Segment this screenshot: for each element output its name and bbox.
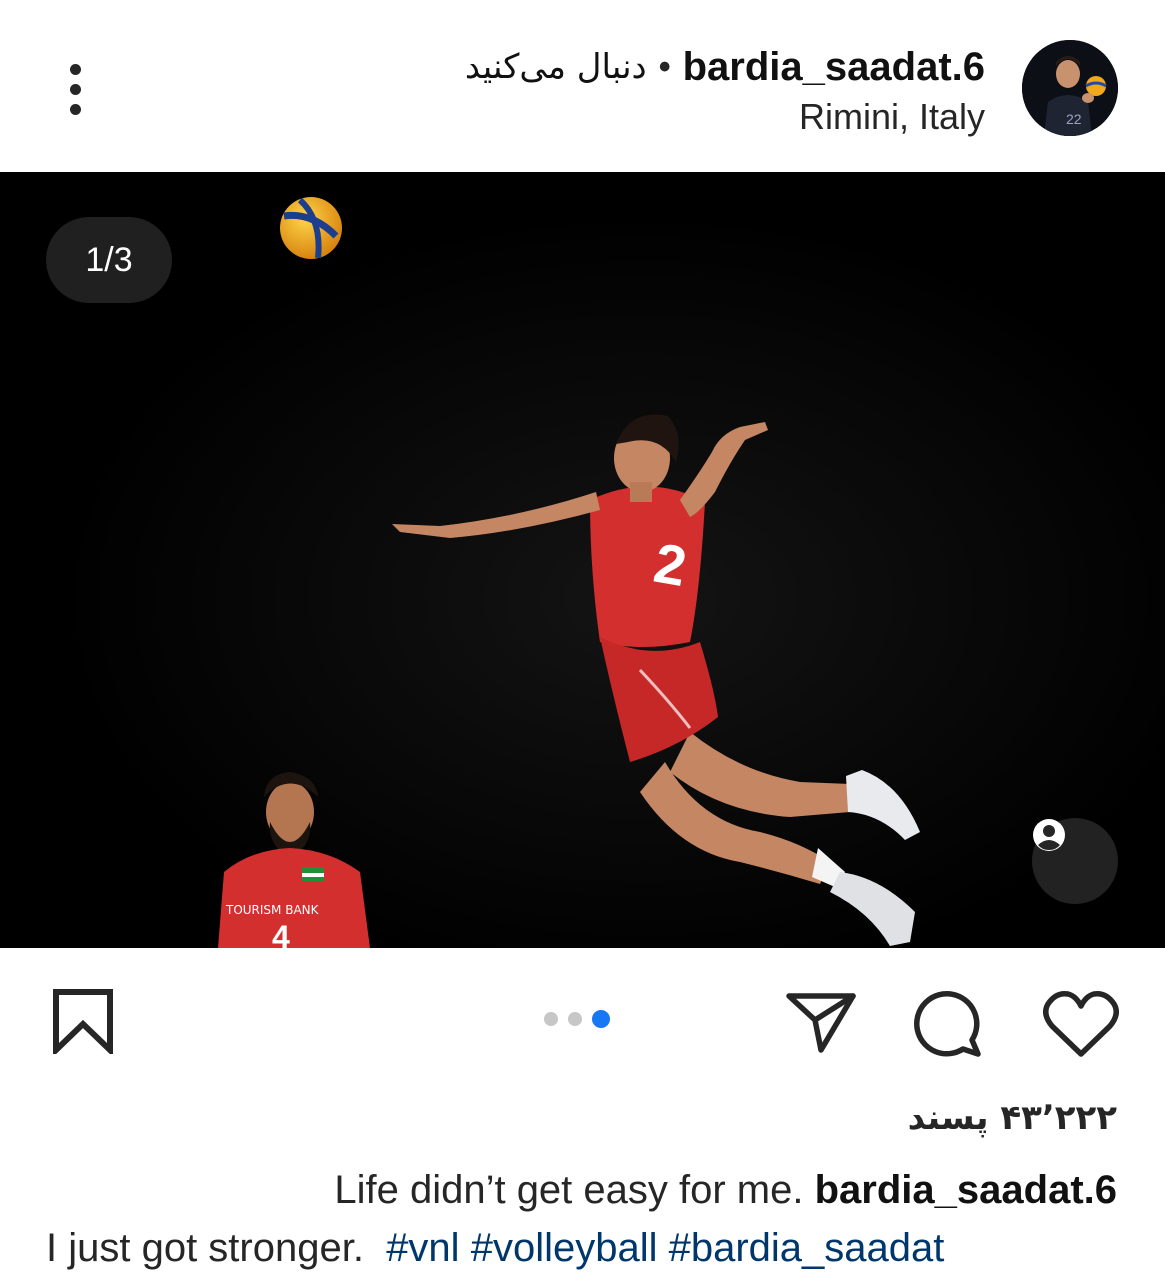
location-link[interactable]: Rimini, Italy — [799, 96, 985, 138]
more-options-icon[interactable] — [52, 58, 100, 122]
svg-text:22: 22 — [1066, 111, 1082, 127]
avatar[interactable]: 22 — [1022, 40, 1118, 136]
carousel-dot — [568, 1012, 582, 1026]
slide-counter: 1/3 — [46, 217, 172, 303]
volleyball-photo: 2 TOURISM BANK 4 — [0, 172, 1165, 948]
caption-text-1: Life didn’t get easy for me. — [334, 1168, 804, 1212]
caption-line-2: I just got stronger. #vnl #volleyball #b… — [46, 1226, 944, 1271]
user-tag-icon[interactable] — [1032, 818, 1118, 904]
hashtag-link[interactable]: #bardia_saadat — [669, 1226, 945, 1270]
carousel-dot-active — [592, 1010, 610, 1028]
separator-dot: • — [658, 47, 671, 86]
bookmark-icon[interactable] — [52, 988, 114, 1059]
carousel-indicator — [544, 1010, 610, 1028]
svg-text:TOURISM BANK: TOURISM BANK — [225, 903, 320, 917]
username-link[interactable]: bardia_saadat.6 — [683, 45, 985, 90]
post-header: دنبال می‌کنید • bardia_saadat.6 Rimini, … — [0, 0, 1165, 172]
carousel-dot — [544, 1012, 558, 1026]
comment-icon[interactable] — [914, 990, 986, 1063]
action-bar — [0, 948, 1165, 1098]
following-label[interactable]: دنبال می‌کنید — [465, 47, 647, 87]
svg-text:4: 4 — [272, 919, 290, 948]
header-user-line: دنبال می‌کنید • bardia_saadat.6 — [465, 42, 985, 92]
send-icon[interactable] — [785, 990, 857, 1061]
hashtag-link[interactable]: #vnl — [386, 1226, 459, 1270]
caption-line-1: Life didn’t get easy for me. bardia_saad… — [334, 1168, 1117, 1213]
volleyball-ball — [280, 197, 342, 259]
caption-text-2: I just got stronger. — [46, 1226, 364, 1270]
caption-username[interactable]: bardia_saadat.6 — [815, 1168, 1117, 1212]
hashtag-link[interactable]: #volleyball — [471, 1226, 658, 1270]
likes-count[interactable]: ۴۳٬۲۲۲ پسند — [908, 1098, 1117, 1138]
post-image[interactable]: 2 TOURISM BANK 4 1/3 — [0, 172, 1165, 948]
heart-icon[interactable] — [1042, 990, 1120, 1063]
